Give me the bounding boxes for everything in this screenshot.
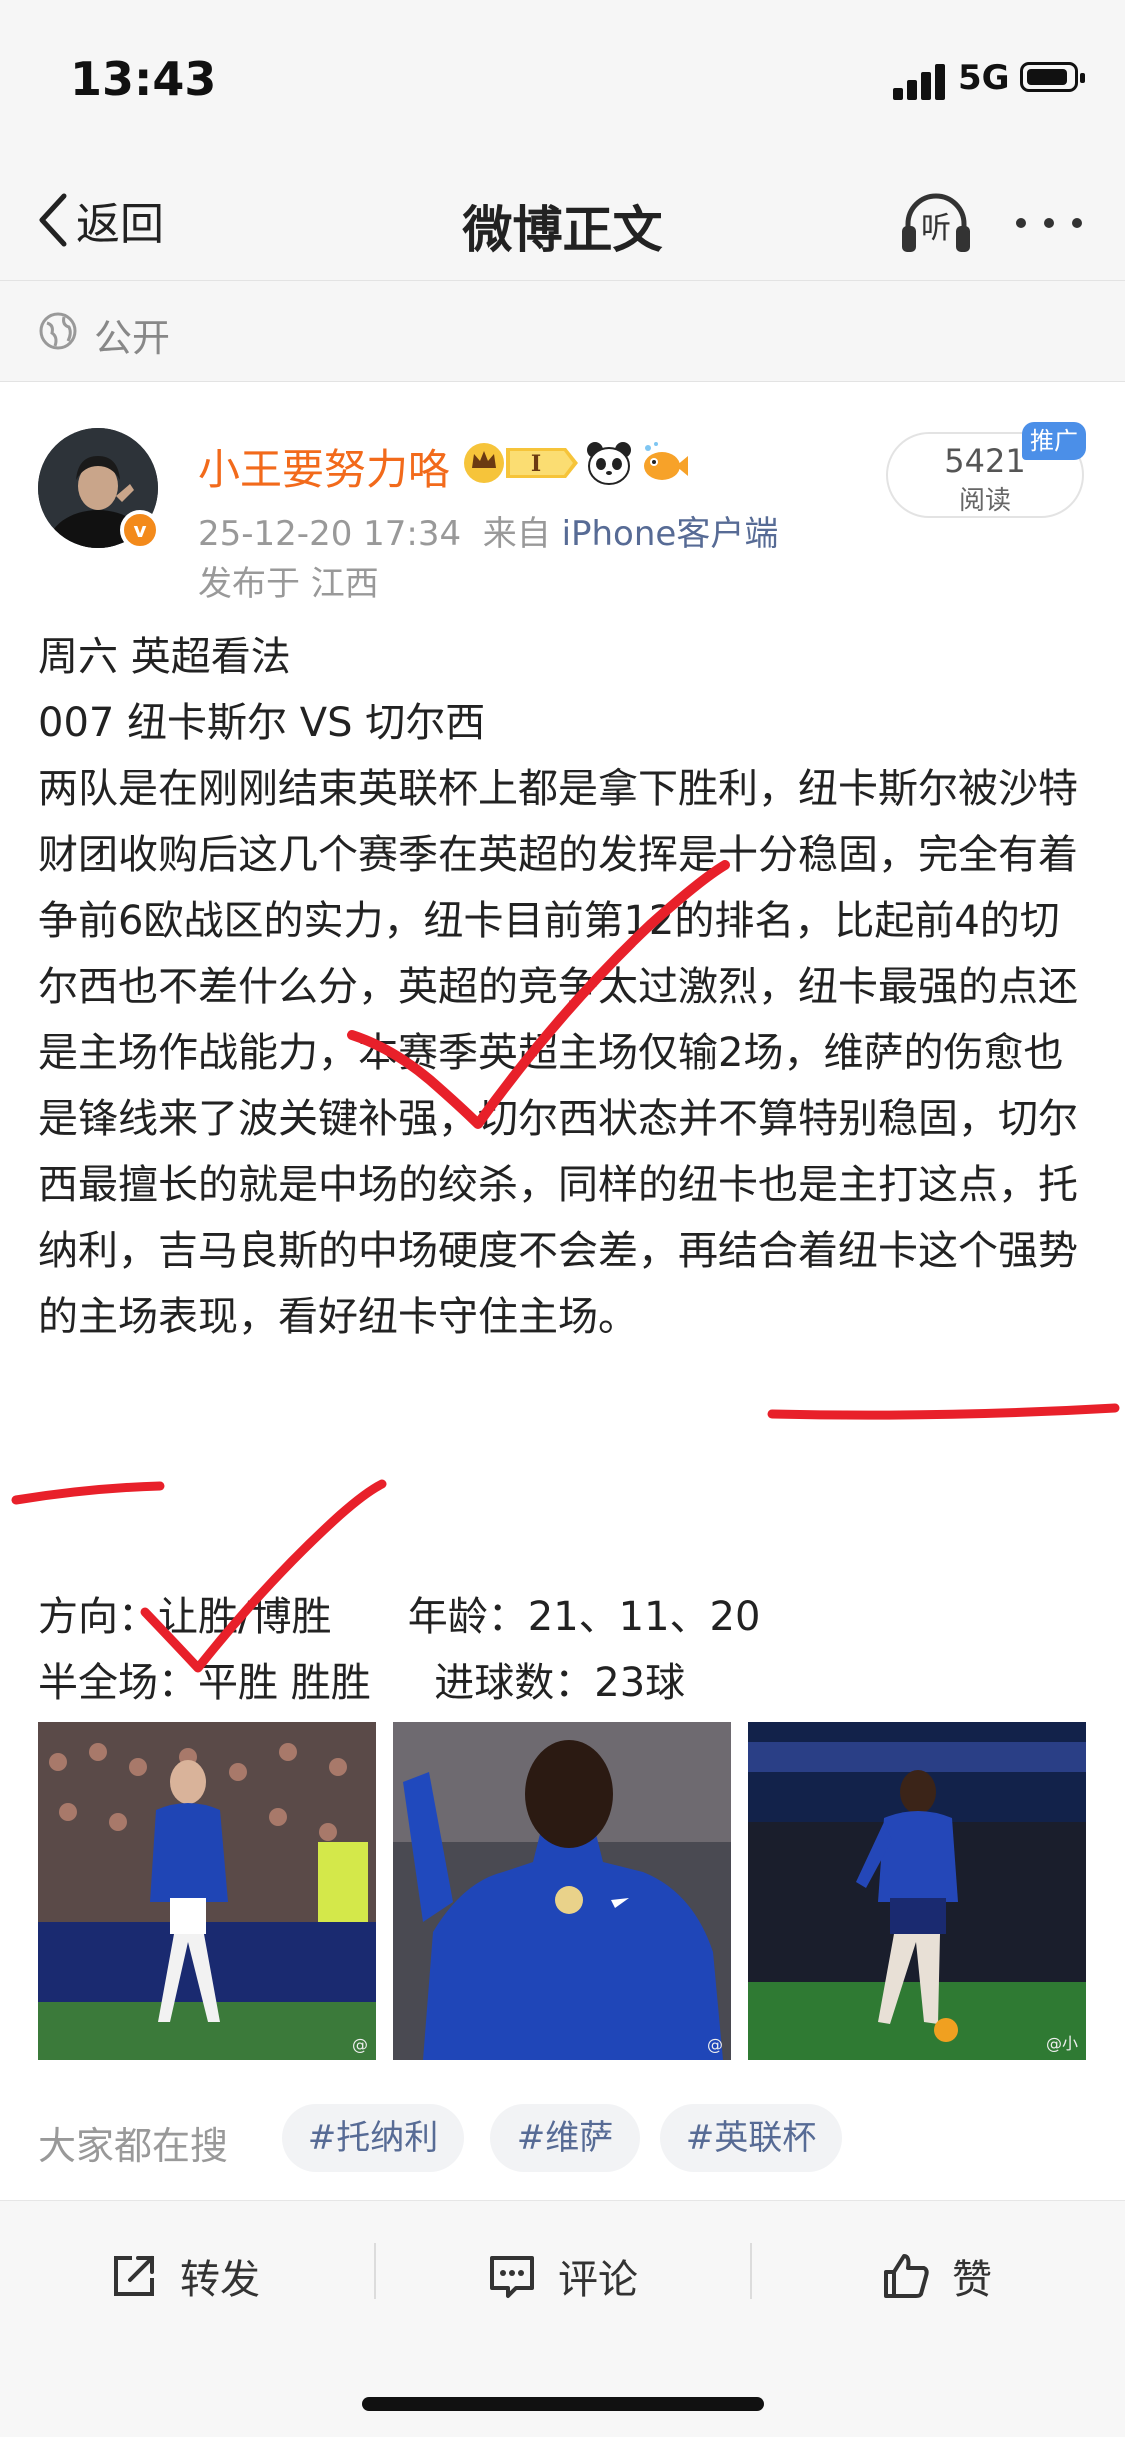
post-timestamp: 25-12-20 17:34 — [198, 514, 462, 554]
visibility-bar: 公开 — [0, 281, 1125, 382]
repost-label: 转发 — [180, 2257, 260, 2303]
comment-icon — [490, 2256, 534, 2298]
status-bar: 13:43 5G — [0, 0, 1125, 160]
post-paragraph-text: 两队是在刚刚结束英联杯上都是拿下胜利，纽卡斯尔被沙特财团收购后这几个赛季在英超的… — [38, 766, 1078, 1340]
photo-watermark: @小 — [1045, 2034, 1078, 2053]
red-underline-2 — [11, 1481, 165, 1505]
post-highlight: 看好纽卡守住主场。 — [278, 1294, 638, 1340]
vip-crown-badge-icon: I — [464, 443, 578, 483]
nav-bar: 返回 微博正文 听 — [0, 160, 1125, 281]
globe-icon — [39, 312, 77, 350]
back-button[interactable]: 返回 — [36, 190, 164, 250]
share-icon — [114, 2256, 154, 2296]
trending-label: 大家都在搜 — [38, 2124, 229, 2168]
hashtag-wissa[interactable]: #维萨 — [490, 2104, 640, 2172]
photo-2[interactable]: @ — [393, 1722, 731, 2060]
post-line: 周六 英超看法 — [38, 634, 291, 680]
chevron-left-icon — [39, 193, 67, 247]
photo-watermark: @ — [352, 2035, 368, 2054]
post-source[interactable]: iPhone客户端 — [562, 514, 779, 554]
listen-label: 听 — [921, 211, 951, 246]
photo-3[interactable]: @小 — [748, 1722, 1086, 2060]
username[interactable]: 小王要努力咯 — [198, 436, 450, 497]
status-time: 13:43 — [70, 52, 217, 106]
post-paragraph: 两队是在刚刚结束英联杯上都是拿下胜利，纽卡斯尔被沙特财团收购后这几个赛季在英超的… — [38, 756, 1088, 1350]
photo-2-image — [393, 1722, 731, 2060]
repost-button[interactable]: 转发 — [108, 2241, 260, 2311]
back-label: 返回 — [76, 199, 164, 250]
like-label: 赞 — [952, 2257, 992, 2303]
promote-tag[interactable]: 推广 — [1022, 422, 1086, 460]
verified-badge: v — [120, 510, 160, 550]
more-options-button[interactable] — [1014, 208, 1084, 238]
photo-1-image — [38, 1722, 376, 2060]
post-body: 周六 英超看法 007 纽卡斯尔 VS 切尔西 两队是在刚刚结束英联杯上都是拿下… — [38, 624, 1088, 1350]
fish-icon — [644, 442, 688, 480]
comment-label: 评论 — [558, 2257, 638, 2303]
read-label: 阅读 — [958, 486, 1011, 516]
signal-icon — [893, 62, 947, 100]
action-bar: 转发 评论 赞 — [0, 2200, 1125, 2437]
stats-line-halftime: 半全场：平胜 胜胜 进球数：23球 — [38, 1660, 686, 1706]
photo-1[interactable]: @ — [38, 1722, 376, 2060]
action-divider — [750, 2243, 752, 2299]
red-underline-1 — [767, 1403, 1120, 1420]
post-line: 007 纽卡斯尔 VS 切尔西 — [38, 700, 486, 746]
photo-watermark: @ — [707, 2035, 723, 2054]
post-location: 发布于 江西 — [198, 564, 379, 604]
comment-button[interactable]: 评论 — [486, 2241, 638, 2311]
source-prefix: 来自 — [482, 514, 551, 554]
hashtag-tonali[interactable]: #托纳利 — [282, 2104, 464, 2172]
like-button[interactable]: 赞 — [880, 2241, 992, 2311]
battery-icon — [1020, 62, 1085, 92]
hashtag-league-cup[interactable]: #英联杯 — [660, 2104, 842, 2172]
panda-icon — [587, 442, 631, 485]
level-badge-text: I — [531, 451, 541, 477]
post-meta: 25-12-20 17:34 来自 iPhone客户端 — [198, 506, 778, 555]
listen-button[interactable]: 听 — [898, 186, 974, 258]
network-type: 5G — [958, 58, 1010, 98]
action-divider — [374, 2243, 376, 2299]
photo-3-image — [748, 1722, 1086, 2060]
stats-line-direction: 方向：让胜/博胜 年龄：21、11、20 — [38, 1594, 761, 1640]
thumbs-up-icon — [884, 2254, 929, 2298]
visibility-label: 公开 — [94, 316, 171, 360]
home-indicator — [362, 2397, 764, 2411]
more-dots-icon — [1016, 218, 1026, 228]
